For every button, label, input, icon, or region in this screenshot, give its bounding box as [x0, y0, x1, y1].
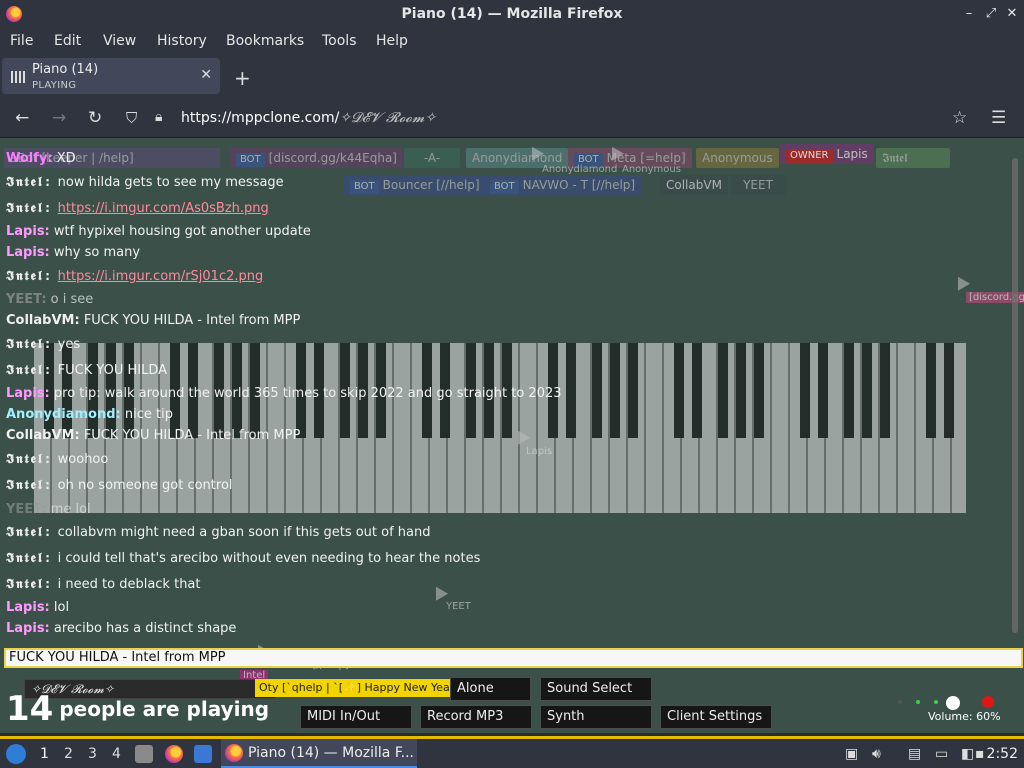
back-icon[interactable]: ← — [15, 108, 29, 128]
chat-link[interactable]: https://i.imgur.com/rSj01c2.png — [58, 269, 264, 284]
chat-message: 𝕴𝖓𝖙𝖊𝖑: now hilda gets to see my message — [6, 175, 284, 190]
tab-playing-label: PLAYING — [32, 80, 77, 91]
chat-message: 𝕴𝖓𝖙𝖊𝖑: https://i.imgur.com/As0sBzh.png — [6, 201, 269, 216]
chat-message: Lapis: wtf hypixel housing got another u… — [6, 224, 311, 239]
clock: 2:52 — [986, 746, 1018, 762]
play-alone-button[interactable]: Alone — [450, 677, 531, 701]
volume-icon[interactable]: 🔊︎ — [872, 746, 881, 762]
clipboard-icon[interactable]: ▤ — [908, 746, 921, 762]
start-menu-icon[interactable] — [6, 744, 26, 764]
volume-dot — [916, 700, 920, 704]
chat-message: 𝕴𝖓𝖙𝖊𝖑: collabvm might need a gban soon i… — [6, 525, 431, 540]
chat-message: CollabVM: FUCK YOU HILDA - Intel from MP… — [6, 428, 301, 443]
taskbar: 1 2 3 4 Piano (14) — Mozilla F... ▣ 🔊︎ ▤… — [0, 736, 1024, 768]
chat-input[interactable]: FUCK YOU HILDA - Intel from MPP — [4, 648, 1023, 668]
tab-strip: Piano (14) PLAYING ✕ + — [0, 54, 1024, 100]
chat-message: YEET: o i see — [6, 292, 94, 307]
player-count-number: 14 — [6, 689, 54, 729]
chat-message: 𝕴𝖓𝖙𝖊𝖑: i could tell that's arecibo witho… — [6, 551, 481, 566]
chat-message: YEET: me lol — [6, 502, 91, 517]
tray-app-icon[interactable]: ▣ — [845, 746, 858, 762]
close-window-icon[interactable]: ✕ — [1003, 5, 1021, 23]
chat-link[interactable]: https://i.imgur.com/As0sBzh.png — [58, 201, 269, 216]
menu-bar: File Edit View History Bookmarks Tools H… — [0, 30, 1024, 54]
star-icon[interactable]: ☆ — [952, 108, 967, 128]
notification-badge: Oty [`qhelp | `[✨] Happy New Year] — [255, 679, 463, 697]
taskbar-window-label: Piano (14) — Mozilla F... — [248, 745, 414, 761]
restore-icon[interactable]: ⤢ — [982, 5, 1000, 23]
workspace-3[interactable]: 3 — [88, 746, 97, 762]
menu-view[interactable]: View — [103, 33, 136, 49]
player-count-label: people are playing — [59, 697, 270, 721]
chat-message: Lapis: lol — [6, 600, 70, 615]
chat-message: Lapis: why so many — [6, 245, 141, 260]
url-bar[interactable]: ⛉ 🔒︎ https://mppclone.com/✧𝓓𝓔𝓥 𝓡𝓸𝓸𝓶✧ — [118, 105, 980, 133]
record-indicator-icon — [982, 696, 994, 708]
player-count: 14 people are playing — [6, 689, 269, 729]
chat-message: CollabVM: FUCK YOU HILDA - Intel from MP… — [6, 313, 301, 328]
workspace-1[interactable]: 1 — [40, 746, 49, 762]
chat-message: Wolfy: XD — [6, 151, 76, 166]
menu-bookmarks[interactable]: Bookmarks — [226, 33, 304, 49]
hamburger-menu-icon[interactable]: ☰ — [991, 108, 1006, 128]
workspace-2[interactable]: 2 — [64, 746, 73, 762]
window-title: Piano (14) — Mozilla Firefox — [401, 6, 623, 22]
tab-title: Piano (14) — [32, 62, 99, 77]
tab-piano[interactable]: Piano (14) PLAYING ✕ — [2, 58, 220, 94]
new-tab-button[interactable]: + — [234, 66, 251, 90]
chat-message: 𝕴𝖓𝖙𝖊𝖑: oh no someone got control — [6, 478, 233, 493]
chat-message: Anonydiamond: nice tip — [6, 407, 173, 422]
workspace-4[interactable]: 4 — [112, 746, 121, 762]
sound-select-button[interactable]: Sound Select — [540, 677, 652, 701]
volume-dot — [934, 700, 938, 704]
chat-message: Lapis: arecibo has a distinct shape — [6, 621, 237, 636]
synth-button[interactable]: Synth — [540, 705, 652, 729]
file-manager-icon[interactable] — [135, 745, 153, 763]
menu-help[interactable]: Help — [376, 33, 408, 49]
record-mp3-button[interactable]: Record MP3 — [420, 705, 532, 729]
chat-message: 𝕴𝖓𝖙𝖊𝖑: FUCK YOU HILDA — [6, 363, 168, 378]
firefox-icon — [225, 744, 243, 762]
info-icon[interactable]: ▪ — [975, 746, 985, 762]
minimize-icon[interactable]: – — [960, 5, 978, 23]
forward-icon[interactable]: → — [52, 108, 66, 128]
chat-log: Wolfy: XD 𝕴𝖓𝖙𝖊𝖑: now hilda gets to see m… — [0, 138, 1010, 648]
client-settings-button[interactable]: Client Settings — [660, 705, 772, 729]
chat-message: Lapis: pro tip: walk around the world 36… — [6, 386, 562, 401]
menu-edit[interactable]: Edit — [54, 33, 81, 49]
terminal-icon[interactable] — [194, 745, 212, 763]
chat-message: 𝕴𝖓𝖙𝖊𝖑: i need to deblack that — [6, 577, 201, 592]
display-icon[interactable]: ▭ — [935, 746, 948, 762]
piano-icon — [11, 71, 25, 83]
chat-message: 𝕴𝖓𝖙𝖊𝖑: https://i.imgur.com/rSj01c2.png — [6, 269, 264, 284]
url-text[interactable]: https://mppclone.com/✧𝓓𝓔𝓥 𝓡𝓸𝓸𝓶✧ — [181, 110, 436, 126]
menu-tools[interactable]: Tools — [322, 33, 357, 49]
network-icon[interactable]: ◧ — [961, 746, 974, 762]
close-icon[interactable]: ✕ — [200, 67, 212, 83]
volume-control[interactable]: Volume: 60% — [894, 693, 1004, 733]
lock-icon[interactable]: 🔒︎ — [155, 109, 162, 125]
chat-scrollbar[interactable] — [1012, 158, 1018, 633]
menu-history[interactable]: History — [157, 33, 207, 49]
volume-dot — [898, 700, 902, 704]
window-titlebar: Piano (14) — Mozilla Firefox – ⤢ ✕ — [0, 0, 1024, 30]
reload-icon[interactable]: ↻ — [88, 108, 102, 128]
chat-message: 𝕴𝖓𝖙𝖊𝖑: woohoo — [6, 452, 109, 467]
midi-button[interactable]: MIDI In/Out — [300, 705, 412, 729]
menu-file[interactable]: File — [10, 33, 33, 49]
piano-page: aBot [keeper | /help] BOT [discord.gg/k44… — [0, 138, 1024, 733]
volume-label: Volume: 60% — [928, 710, 1001, 723]
taskbar-window-firefox[interactable]: Piano (14) — Mozilla F... — [221, 739, 417, 768]
shield-icon[interactable]: ⛉ — [126, 109, 137, 127]
firefox-launcher-icon[interactable] — [165, 745, 183, 763]
chat-message: 𝕴𝖓𝖙𝖊𝖑: yes — [6, 337, 81, 352]
volume-knob[interactable] — [946, 696, 960, 710]
nav-bar: ← → ↻ ⛉ 🔒︎ https://mppclone.com/✧𝓓𝓔𝓥 𝓡𝓸𝓸… — [0, 100, 1024, 138]
